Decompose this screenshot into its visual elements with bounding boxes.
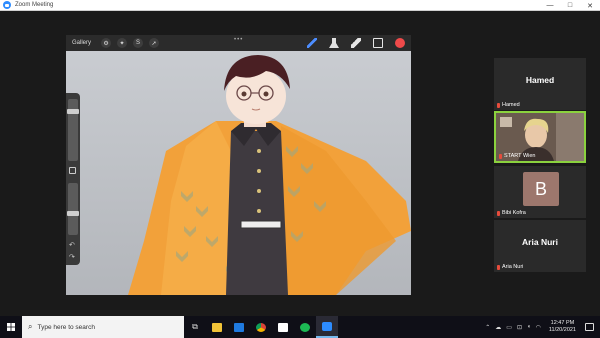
wand-icon[interactable]: ✦ — [117, 38, 128, 48]
muted-mic-icon — [497, 210, 500, 216]
cloud-icon[interactable]: ☁ — [495, 324, 501, 331]
participant-label: Bibi Kofra — [497, 210, 526, 216]
maximize-button[interactable]: □ — [560, 0, 580, 11]
smudge-icon[interactable] — [329, 38, 339, 48]
volume-icon[interactable]: ◖ — [527, 324, 531, 330]
eraser-icon[interactable] — [351, 38, 361, 48]
participant-label: Hamed — [497, 102, 520, 108]
brush-size-slider[interactable]: ↶ ↷ — [66, 93, 80, 265]
mail-icon[interactable] — [228, 316, 250, 338]
redo-icon[interactable]: ↷ — [69, 253, 75, 261]
spotify-icon[interactable] — [294, 316, 316, 338]
windows-logo-icon — [7, 323, 15, 331]
muted-mic-icon — [499, 153, 502, 159]
window-controls: — □ ✕ — [540, 0, 600, 11]
more-dots[interactable]: ••• — [234, 37, 243, 43]
search-icon: ⌕ — [28, 322, 33, 331]
participant-tile-hamed[interactable]: Hamed Hamed — [494, 58, 586, 110]
color-icon[interactable] — [395, 38, 405, 48]
modify-button[interactable] — [69, 167, 76, 174]
clock-time: 12:47 PM — [550, 320, 575, 326]
muted-mic-icon — [497, 102, 500, 108]
notion-icon[interactable] — [272, 316, 294, 338]
network-icon[interactable]: ⊡ — [517, 324, 522, 331]
procreate-toolbar: Gallery ⚙ ✦ S ➚ ••• — [66, 35, 411, 51]
taskbar-search[interactable]: ⌕ Type here to search — [22, 316, 184, 338]
participant-name: START Wien — [504, 153, 536, 159]
participant-tile-start-wien[interactable]: START Wien — [494, 111, 586, 163]
brush-icon[interactable] — [307, 38, 317, 48]
wrench-icon[interactable]: ⚙ — [101, 38, 112, 48]
opacity-knob[interactable] — [67, 211, 79, 216]
zoom-icon[interactable] — [316, 316, 338, 338]
start-button[interactable] — [0, 316, 22, 338]
selection-icon[interactable]: S — [133, 38, 144, 48]
gallery-button[interactable]: Gallery — [72, 40, 91, 46]
window-titlebar: Zoom Meeting — □ ✕ — [0, 0, 600, 11]
canvas-artwork — [66, 51, 411, 295]
layers-icon[interactable] — [373, 38, 383, 48]
search-placeholder: Type here to search — [37, 323, 95, 331]
battery-icon[interactable]: ▭ — [506, 324, 512, 331]
zoom-logo-icon — [3, 1, 11, 9]
participant-tile-aria[interactable]: Aria Nuri Aria Nuri — [494, 220, 586, 272]
transform-icon[interactable]: ➚ — [149, 38, 160, 48]
participant-name: Bibi Kofra — [502, 210, 526, 216]
file-explorer-icon[interactable] — [206, 316, 228, 338]
opacity-track[interactable] — [68, 183, 78, 235]
windows-taskbar: ⌕ Type here to search ⧉ ⌃ ☁ ▭ ⊡ ◖ ◠ 12:4… — [0, 316, 600, 338]
participant-display-name: Aria Nuri — [522, 237, 558, 247]
participant-tile-bibi[interactable]: B Bibi Kofra — [494, 166, 586, 218]
close-button[interactable]: ✕ — [580, 0, 600, 11]
participant-name: Hamed — [502, 102, 520, 108]
wifi-icon[interactable]: ◠ — [536, 324, 541, 331]
clock-date: 11/20/2021 — [548, 327, 576, 333]
avatar: B — [523, 172, 559, 206]
undo-icon[interactable]: ↶ — [69, 241, 75, 249]
participant-display-name: Hamed — [525, 75, 555, 85]
muted-mic-icon — [497, 264, 500, 270]
chevron-up-icon[interactable]: ⌃ — [485, 324, 490, 331]
participant-label: Aria Nuri — [497, 264, 523, 270]
participant-label: START Wien — [499, 153, 535, 159]
size-knob[interactable] — [67, 109, 79, 114]
task-view-icon[interactable]: ⧉ — [184, 316, 206, 338]
clock[interactable]: 12:47 PM 11/20/2021 — [549, 320, 576, 334]
shared-screen: Gallery ⚙ ✦ S ➚ ••• ↶ ↷ — [66, 35, 411, 295]
participant-name: Aria Nuri — [502, 264, 524, 270]
window-title: Zoom Meeting — [15, 2, 54, 8]
chrome-icon[interactable] — [250, 316, 272, 338]
notification-icon[interactable] — [585, 323, 594, 331]
minimize-button[interactable]: — — [540, 0, 560, 11]
system-tray: ⌃ ☁ ▭ ⊡ ◖ ◠ 12:47 PM 11/20/2021 — [485, 316, 600, 338]
